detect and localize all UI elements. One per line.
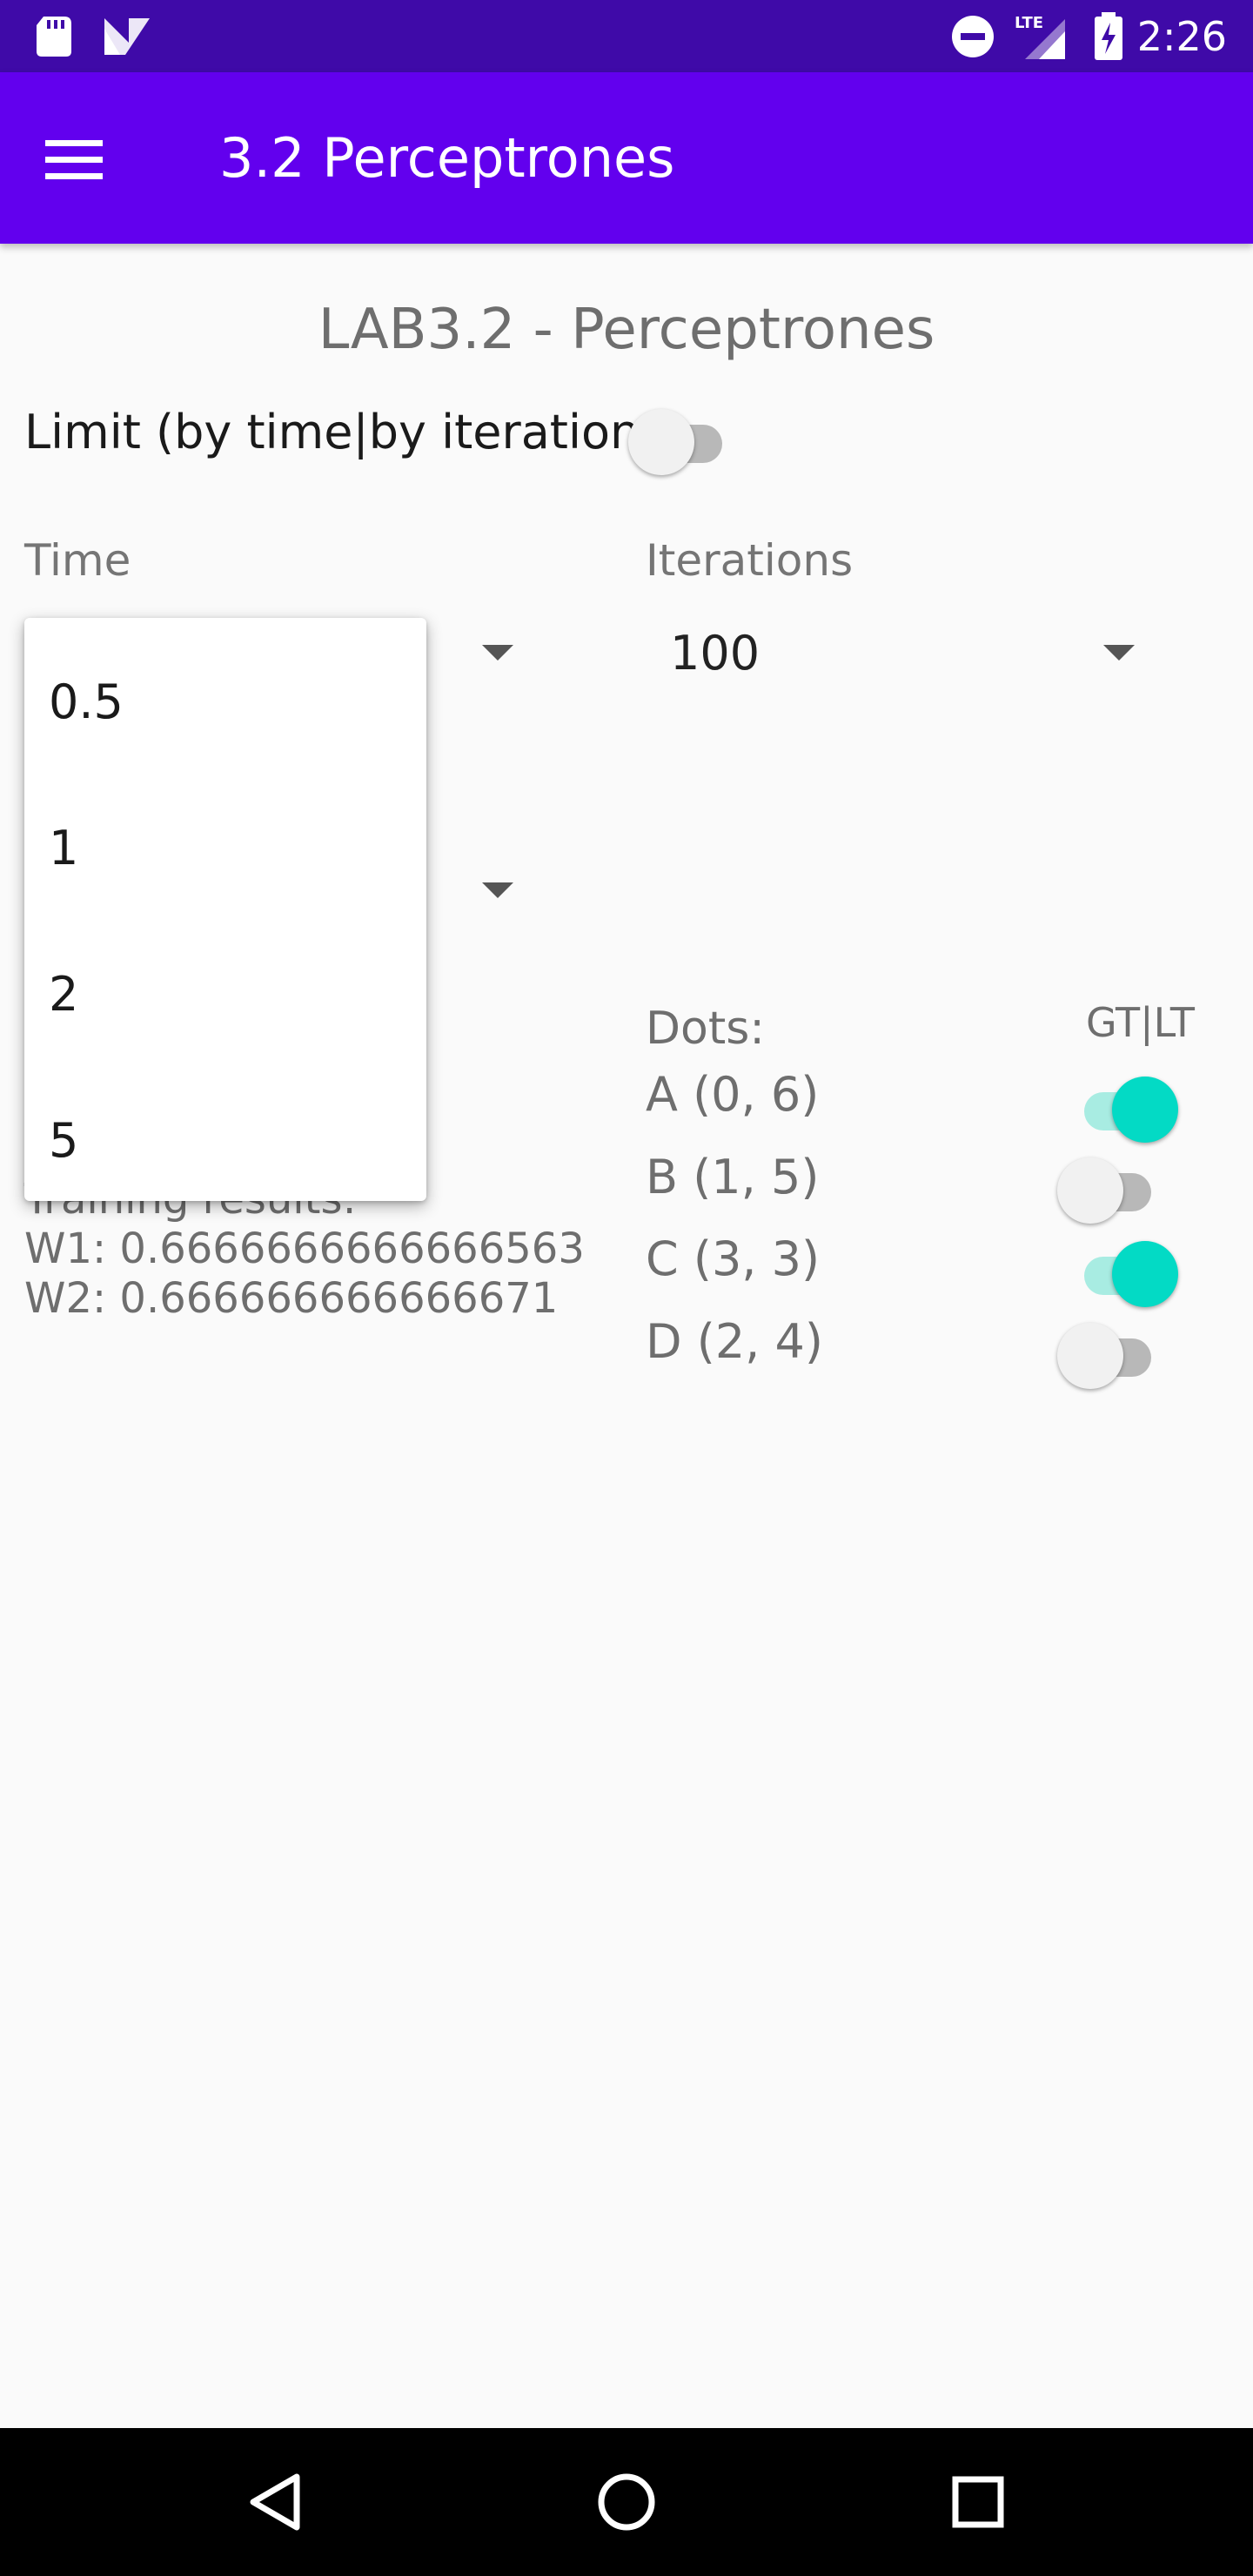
limit-switch[interactable] xyxy=(628,409,733,479)
status-time: 2:26 xyxy=(1136,12,1227,60)
dot-a-label: A (0, 6) xyxy=(646,1067,820,1122)
switch-thumb xyxy=(1112,1241,1178,1307)
limit-label: Limit (by time|by iterations) xyxy=(24,405,683,460)
dot-d-label: D (2, 4) xyxy=(646,1314,823,1369)
main-content: LAB3.2 - Perceptrones Limit (by time|by … xyxy=(0,244,1253,2428)
dot-c-label: C (3, 3) xyxy=(646,1231,821,1286)
dropdown-option-0-5[interactable]: 0.5 xyxy=(49,674,124,729)
switch-thumb xyxy=(1057,1157,1123,1224)
gtlt-label: GT|LT xyxy=(1086,999,1195,1046)
dot-c-switch[interactable] xyxy=(1077,1241,1182,1311)
dot-b-switch[interactable] xyxy=(1057,1157,1162,1227)
dropdown-option-2[interactable]: 2 xyxy=(49,967,78,1022)
iterations-label: Iterations xyxy=(646,535,854,586)
app-bar: 3.2 Perceptrones xyxy=(0,72,1253,244)
switch-thumb xyxy=(1112,1077,1178,1143)
dropdown-option-1[interactable]: 1 xyxy=(49,821,78,875)
dot-b-label: B (1, 5) xyxy=(646,1150,820,1204)
dot-a-switch[interactable] xyxy=(1077,1077,1182,1146)
recents-icon[interactable] xyxy=(935,2459,1022,2546)
time-label: Time xyxy=(24,535,131,586)
app-bar-title: 3.2 Perceptrones xyxy=(219,126,675,190)
lte-signal-icon: LTE xyxy=(1011,0,1072,72)
dot-d-switch[interactable] xyxy=(1057,1323,1162,1392)
dots-label: Dots: xyxy=(646,1003,765,1055)
n-logo-icon xyxy=(103,0,151,72)
chevron-down-icon xyxy=(482,645,513,661)
network-label: LTE xyxy=(1015,14,1043,32)
sd-card-icon xyxy=(35,0,73,72)
home-icon[interactable] xyxy=(583,2459,670,2546)
status-bar: LTE 2:26 xyxy=(0,0,1253,72)
chevron-down-icon xyxy=(482,882,513,898)
do-not-disturb-icon xyxy=(950,0,995,72)
switch-thumb xyxy=(628,409,694,475)
dropdown-option-5[interactable]: 5 xyxy=(49,1113,78,1168)
iterations-spinner[interactable]: 100 xyxy=(646,605,1149,701)
battery-charging-icon xyxy=(1093,0,1124,72)
chevron-down-icon xyxy=(1103,645,1135,661)
time-dropdown-menu: 0.5 1 2 5 xyxy=(24,618,426,1201)
back-icon[interactable] xyxy=(231,2459,318,2546)
screen-title: LAB3.2 - Perceptrones xyxy=(318,298,935,362)
hamburger-menu-icon[interactable] xyxy=(35,120,113,198)
iterations-value: 100 xyxy=(670,625,761,681)
navigation-bar xyxy=(0,2428,1253,2576)
w2-value: W2: 0.666666666666671 xyxy=(24,1274,559,1323)
w1-value: W1: 0.6666666666666563 xyxy=(24,1224,585,1273)
switch-thumb xyxy=(1057,1323,1123,1389)
